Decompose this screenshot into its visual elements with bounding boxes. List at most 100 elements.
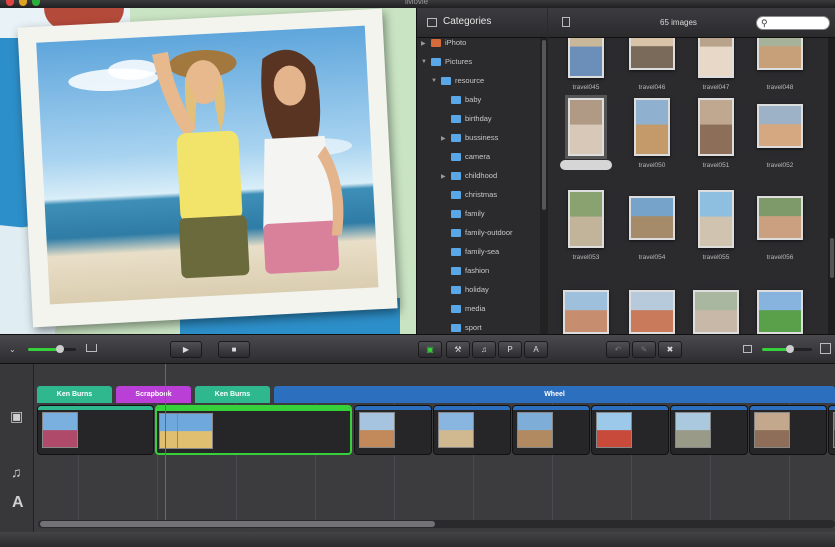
text-track-icon: A [12, 494, 24, 511]
image-thumbnail[interactable]: travel051 [684, 92, 748, 172]
timeline-zoom-slider[interactable] [28, 345, 76, 353]
category-label: baby [465, 95, 482, 104]
disclosure-closed-icon[interactable]: ▶ [441, 135, 446, 142]
category-item[interactable]: birthday [417, 111, 541, 130]
effect-label-ken-burns[interactable]: Ken Burns [195, 386, 270, 403]
image-thumbnail[interactable]: travel056 [748, 184, 812, 264]
category-label: fashion [465, 266, 490, 275]
image-thumbnail[interactable] [554, 92, 618, 172]
timeline-clip[interactable] [155, 405, 352, 455]
category-item[interactable]: christmas [417, 187, 541, 206]
effect-label-wheel[interactable]: Wheel [274, 386, 835, 403]
images-scrollbar[interactable] [828, 38, 835, 334]
play-button[interactable]: ▶ [170, 341, 202, 358]
preview-canvas[interactable] [0, 8, 416, 334]
category-item[interactable]: family-sea [417, 244, 541, 263]
timeline-scroll-thumb[interactable] [40, 521, 435, 527]
minimize-window-button[interactable] [19, 0, 27, 6]
timeline-clip[interactable] [37, 405, 154, 455]
image-thumbnail[interactable]: travel045 [554, 38, 618, 94]
category-label: family-sea [465, 247, 500, 256]
search-icon: ⚲ [761, 18, 768, 28]
image-thumbnail[interactable]: travel054 [620, 184, 684, 264]
edit-button[interactable]: ✎ [632, 341, 656, 358]
music-tool-button[interactable]: ♫ [472, 341, 496, 358]
image-thumbnail[interactable] [620, 278, 684, 334]
category-item[interactable]: ▼ Pictures [417, 54, 541, 73]
image-thumbnail[interactable]: travel048 [748, 38, 812, 94]
search-input[interactable]: ⚲ [756, 16, 830, 30]
clip-color-band [355, 406, 431, 410]
category-label: resource [455, 76, 485, 85]
disclosure-open-icon[interactable]: ▼ [431, 78, 437, 84]
categories-scrollbar[interactable] [540, 38, 548, 334]
disclosure-open-icon[interactable]: ▼ [421, 59, 427, 65]
timeline-scrollbar[interactable] [38, 520, 835, 528]
image-thumbnail[interactable]: travel053 [554, 184, 618, 264]
disclosure-closed-icon[interactable]: ▶ [441, 173, 446, 180]
category-item[interactable]: media [417, 301, 541, 320]
category-item[interactable]: fashion [417, 263, 541, 282]
image-thumbnail[interactable]: travel055 [684, 184, 748, 264]
playhead[interactable] [165, 364, 166, 522]
thumbnail-size-slider[interactable] [762, 345, 812, 353]
image-thumbnail[interactable] [748, 278, 812, 334]
thumbnail-image [629, 196, 675, 240]
timeline-ruler[interactable] [34, 364, 835, 386]
image-thumbnail[interactable]: travel046 [620, 38, 684, 94]
delete-button[interactable]: ✖ [658, 341, 682, 358]
timeline-clip[interactable] [354, 405, 432, 455]
stop-button[interactable]: ■ [218, 341, 250, 358]
image-thumbnail[interactable] [684, 278, 748, 334]
images-scroll-thumb[interactable] [830, 238, 834, 278]
category-item[interactable]: holiday [417, 282, 541, 301]
clip-thumbnail [517, 412, 553, 448]
category-item[interactable]: camera [417, 149, 541, 168]
timeline-clip[interactable] [512, 405, 590, 455]
folder-icon [441, 77, 451, 85]
text-tool-button[interactable]: A [524, 341, 548, 358]
image-thumbnail[interactable]: travel050 [620, 92, 684, 172]
images-view-icon[interactable] [562, 17, 570, 27]
category-item[interactable]: ▼ resource [417, 73, 541, 92]
thumbnail-caption: travel045 [572, 84, 600, 91]
effect-label-scrapbook[interactable]: Scrapbook [116, 386, 191, 403]
category-item[interactable]: ▶ bussiness [417, 130, 541, 149]
zoom-window-button[interactable] [32, 0, 40, 6]
folder-icon [451, 115, 461, 123]
photo-tool-button[interactable]: ▣ [418, 341, 442, 358]
image-thumbnail[interactable]: travel047 [684, 38, 748, 94]
category-item[interactable]: baby [417, 92, 541, 111]
timeline-clip[interactable] [433, 405, 511, 455]
image-thumbnail[interactable]: travel052 [748, 92, 812, 172]
category-item[interactable]: ▶ iPhoto [417, 38, 541, 54]
disclosure-closed-icon[interactable]: ▶ [421, 40, 426, 47]
category-item[interactable]: family [417, 206, 541, 225]
timeline-clip[interactable] [591, 405, 669, 455]
timeline[interactable]: ▣ ♫ A Ken Burns Scrapbook Ken Burns Wheel [0, 364, 835, 547]
categories-scroll-thumb[interactable] [542, 40, 546, 210]
timeline-clip[interactable] [749, 405, 827, 455]
clip-color-band [750, 406, 826, 410]
category-item[interactable]: sport [417, 320, 541, 334]
category-item[interactable]: family-outdoor [417, 225, 541, 244]
photo-track-icon: ▣ [10, 408, 24, 424]
image-thumbnail[interactable] [554, 278, 618, 334]
category-label: holiday [465, 285, 489, 294]
undo-button[interactable]: ↶ [606, 341, 630, 358]
transition-tool-button[interactable]: ⚒ [446, 341, 470, 358]
timeline-clip[interactable] [670, 405, 748, 455]
images-header: 65 images ⚲ [548, 8, 835, 38]
thumbnail-image [568, 38, 604, 78]
timeline-clip[interactable] [828, 405, 835, 455]
timeline-zoom-knob[interactable] [56, 345, 64, 353]
effect-label-ken-burns[interactable]: Ken Burns [37, 386, 112, 403]
thumbnail-name-field[interactable] [560, 160, 612, 170]
categories-list[interactable]: ▶ iPhoto ▼ Pictures ▼ resource baby birthday ▶ bu… [417, 38, 541, 334]
thumbnail-caption: travel053 [572, 254, 600, 261]
folder-icon [451, 305, 461, 313]
effect-tool-button[interactable]: P [498, 341, 522, 358]
thumbnail-size-knob[interactable] [786, 345, 794, 353]
category-item[interactable]: ▶ childhood [417, 168, 541, 187]
close-window-button[interactable] [6, 0, 14, 6]
